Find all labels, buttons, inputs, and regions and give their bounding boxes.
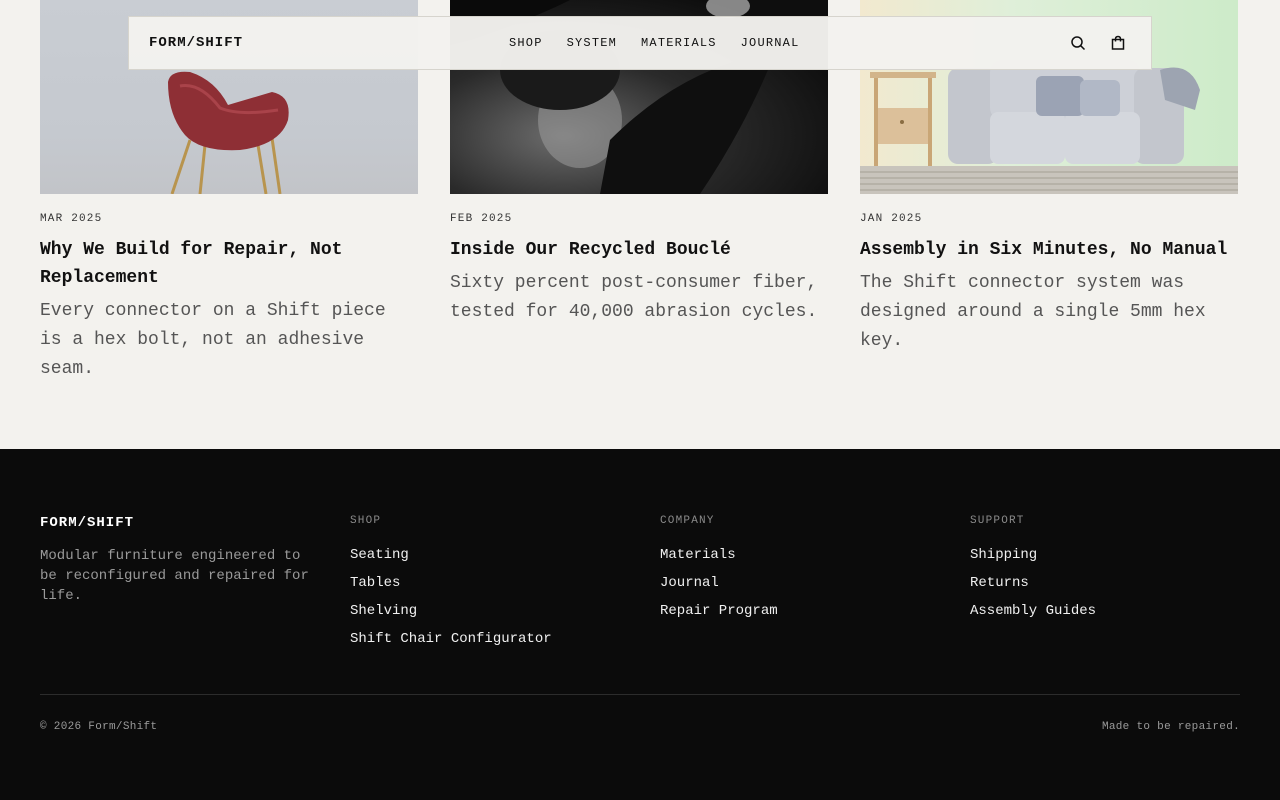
- post-title[interactable]: Assembly in Six Minutes, No Manual: [860, 236, 1238, 264]
- shopping-bag-icon[interactable]: [1109, 34, 1127, 52]
- footer-link-assembly-guides[interactable]: Assembly Guides: [970, 597, 1096, 625]
- site-header: FORM/SHIFT SHOP SYSTEM MATERIALS JOURNAL: [128, 16, 1152, 70]
- post-excerpt: The Shift connector system was designed …: [860, 273, 1206, 351]
- footer-link-returns[interactable]: Returns: [970, 569, 1096, 597]
- footer-copyright: © 2026 Form/Shift: [40, 721, 158, 733]
- nav-journal[interactable]: JOURNAL: [741, 36, 800, 50]
- footer-column-support: SUPPORT Shipping Returns Assembly Guides: [970, 515, 1096, 625]
- footer-link-seating[interactable]: Seating: [350, 541, 552, 569]
- footer-logo[interactable]: FORM/SHIFT: [40, 515, 320, 531]
- brand-logo[interactable]: FORM/SHIFT: [149, 35, 243, 51]
- footer-link-journal[interactable]: Journal: [660, 569, 778, 597]
- footer-column-title: COMPANY: [660, 515, 715, 527]
- footer-link-materials[interactable]: Materials: [660, 541, 778, 569]
- header-actions: [1069, 17, 1127, 69]
- search-icon[interactable]: [1069, 34, 1087, 52]
- post-title[interactable]: Why We Build for Repair, Not Replacement: [40, 236, 418, 292]
- footer-column-company: COMPANY Materials Journal Repair Program: [660, 515, 778, 625]
- nav-materials[interactable]: MATERIALS: [641, 36, 717, 50]
- post-date: JAN 2025: [860, 213, 923, 225]
- post-excerpt: Every connector on a Shift piece is a he…: [40, 301, 386, 379]
- nav-system[interactable]: SYSTEM: [567, 36, 617, 50]
- post-title[interactable]: Inside Our Recycled Bouclé: [450, 236, 828, 264]
- footer-link-repair-program[interactable]: Repair Program: [660, 597, 778, 625]
- nav-shop[interactable]: SHOP: [509, 36, 543, 50]
- footer-column-shop: SHOP Seating Tables Shelving Shift Chair…: [350, 515, 552, 653]
- footer-link-tables[interactable]: Tables: [350, 569, 552, 597]
- site-footer: FORM/SHIFT Modular furniture engineered …: [0, 449, 1280, 800]
- main-nav: SHOP SYSTEM MATERIALS JOURNAL: [509, 17, 799, 69]
- footer-divider: [40, 694, 1240, 695]
- footer-brand: FORM/SHIFT Modular furniture engineered …: [40, 515, 320, 606]
- post-date: FEB 2025: [450, 213, 513, 225]
- post-date: MAR 2025: [40, 213, 103, 225]
- footer-tagline: Modular furniture engineered to be recon…: [40, 548, 309, 604]
- footer-link-shipping[interactable]: Shipping: [970, 541, 1096, 569]
- post-excerpt: Sixty percent post-consumer fiber, teste…: [450, 273, 818, 322]
- footer-link-shelving[interactable]: Shelving: [350, 597, 552, 625]
- footer-column-title: SHOP: [350, 515, 382, 527]
- footer-note: Made to be repaired.: [1101, 721, 1240, 733]
- footer-column-title: SUPPORT: [970, 515, 1025, 527]
- footer-link-configurator[interactable]: Shift Chair Configurator: [350, 625, 552, 653]
